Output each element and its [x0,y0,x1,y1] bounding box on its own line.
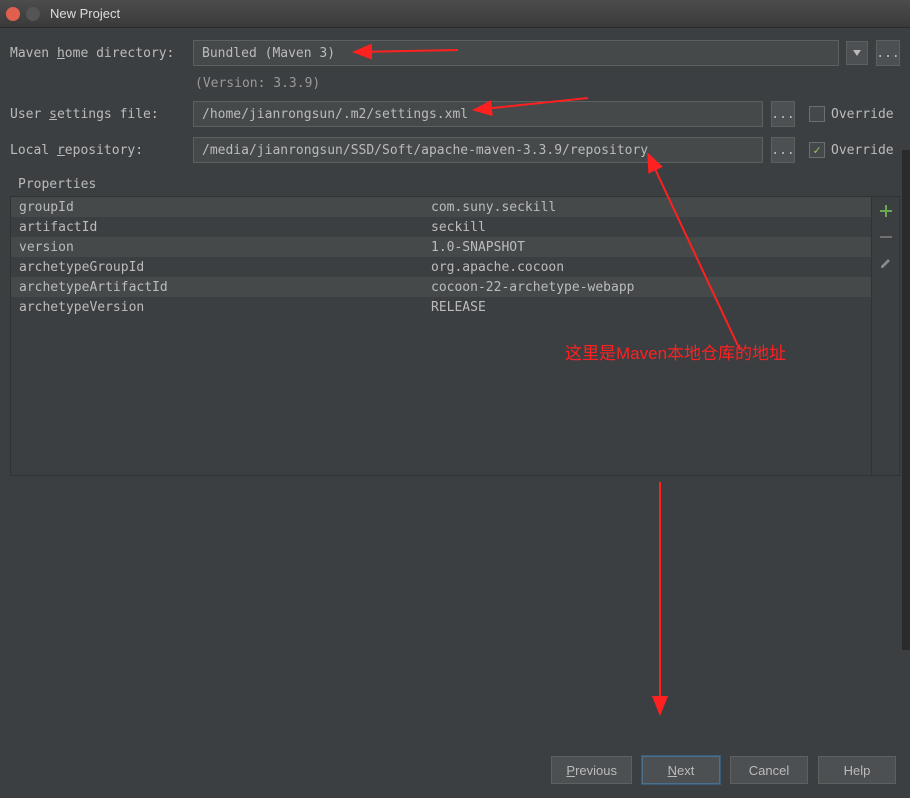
user-settings-override-label: Override [831,107,894,122]
table-row[interactable]: version 1.0-SNAPSHOT [11,237,871,257]
properties-body: groupId com.suny.seckill artifactId seck… [10,196,900,476]
prop-key: version [11,240,431,255]
user-settings-override-wrap: Override [809,106,894,122]
minimize-window-button[interactable] [26,7,40,21]
maven-version-text: (Version: 3.3.9) [195,76,900,91]
local-repo-row: Local repository: /media/jianrongsun/SSD… [10,137,900,163]
window-controls [6,7,40,21]
prop-key: archetypeVersion [11,300,431,315]
background-strip [902,150,910,650]
table-row[interactable]: archetypeVersion RELEASE [11,297,871,317]
prop-value: seckill [431,220,871,235]
maven-home-value: Bundled (Maven 3) [202,46,335,61]
user-settings-browse-button[interactable]: ... [771,101,795,127]
remove-property-button[interactable] [878,229,894,245]
maven-home-dropdown-arrow[interactable] [846,41,868,65]
prop-value: RELEASE [431,300,871,315]
maven-home-combo[interactable]: Bundled (Maven 3) [193,40,839,66]
window-title: New Project [50,6,120,21]
properties-empty-area [11,317,871,475]
local-repo-override-label: Override [831,143,894,158]
user-settings-row: User settings file: /home/jianrongsun/.m… [10,101,900,127]
titlebar: New Project [0,0,910,28]
next-button[interactable]: Next [642,756,720,784]
user-settings-value: /home/jianrongsun/.m2/settings.xml [202,107,468,122]
help-button[interactable]: Help [818,756,896,784]
annotation-arrow-4 [648,480,672,720]
close-window-button[interactable] [6,7,20,21]
edit-property-button[interactable] [878,255,894,271]
maven-home-row: Maven home directory: Bundled (Maven 3) … [10,40,900,66]
table-row[interactable]: groupId com.suny.seckill [11,197,871,217]
local-repo-value: /media/jianrongsun/SSD/Soft/apache-maven… [202,143,648,158]
prop-key: groupId [11,200,431,215]
local-repo-input[interactable]: /media/jianrongsun/SSD/Soft/apache-maven… [193,137,763,163]
table-row[interactable]: archetypeGroupId org.apache.cocoon [11,257,871,277]
prop-value: 1.0-SNAPSHOT [431,240,871,255]
properties-section: Properties groupId com.suny.seckill arti… [10,173,900,476]
user-settings-override-checkbox[interactable] [809,106,825,122]
dialog-content: Maven home directory: Bundled (Maven 3) … [0,28,910,476]
local-repo-override-wrap: Override [809,142,894,158]
local-repo-override-checkbox[interactable] [809,142,825,158]
user-settings-label: User settings file: [10,107,185,122]
properties-header: Properties [10,173,900,196]
local-repo-browse-button[interactable]: ... [771,137,795,163]
properties-table: groupId com.suny.seckill artifactId seck… [11,197,871,475]
maven-home-label: Maven home directory: [10,46,185,61]
cancel-button[interactable]: Cancel [730,756,808,784]
local-repo-label: Local repository: [10,143,185,158]
properties-toolbar [871,197,899,475]
user-settings-input[interactable]: /home/jianrongsun/.m2/settings.xml [193,101,763,127]
previous-button[interactable]: Previous [551,756,632,784]
prop-value: com.suny.seckill [431,200,871,215]
prop-key: artifactId [11,220,431,235]
prop-key: archetypeGroupId [11,260,431,275]
maven-home-browse-button[interactable]: ... [876,40,900,66]
prop-key: archetypeArtifactId [11,280,431,295]
table-row[interactable]: artifactId seckill [11,217,871,237]
dialog-button-bar: Previous Next Cancel Help [551,756,896,784]
add-property-button[interactable] [878,203,894,219]
table-row[interactable]: archetypeArtifactId cocoon-22-archetype-… [11,277,871,297]
prop-value: org.apache.cocoon [431,260,871,275]
prop-value: cocoon-22-archetype-webapp [431,280,871,295]
